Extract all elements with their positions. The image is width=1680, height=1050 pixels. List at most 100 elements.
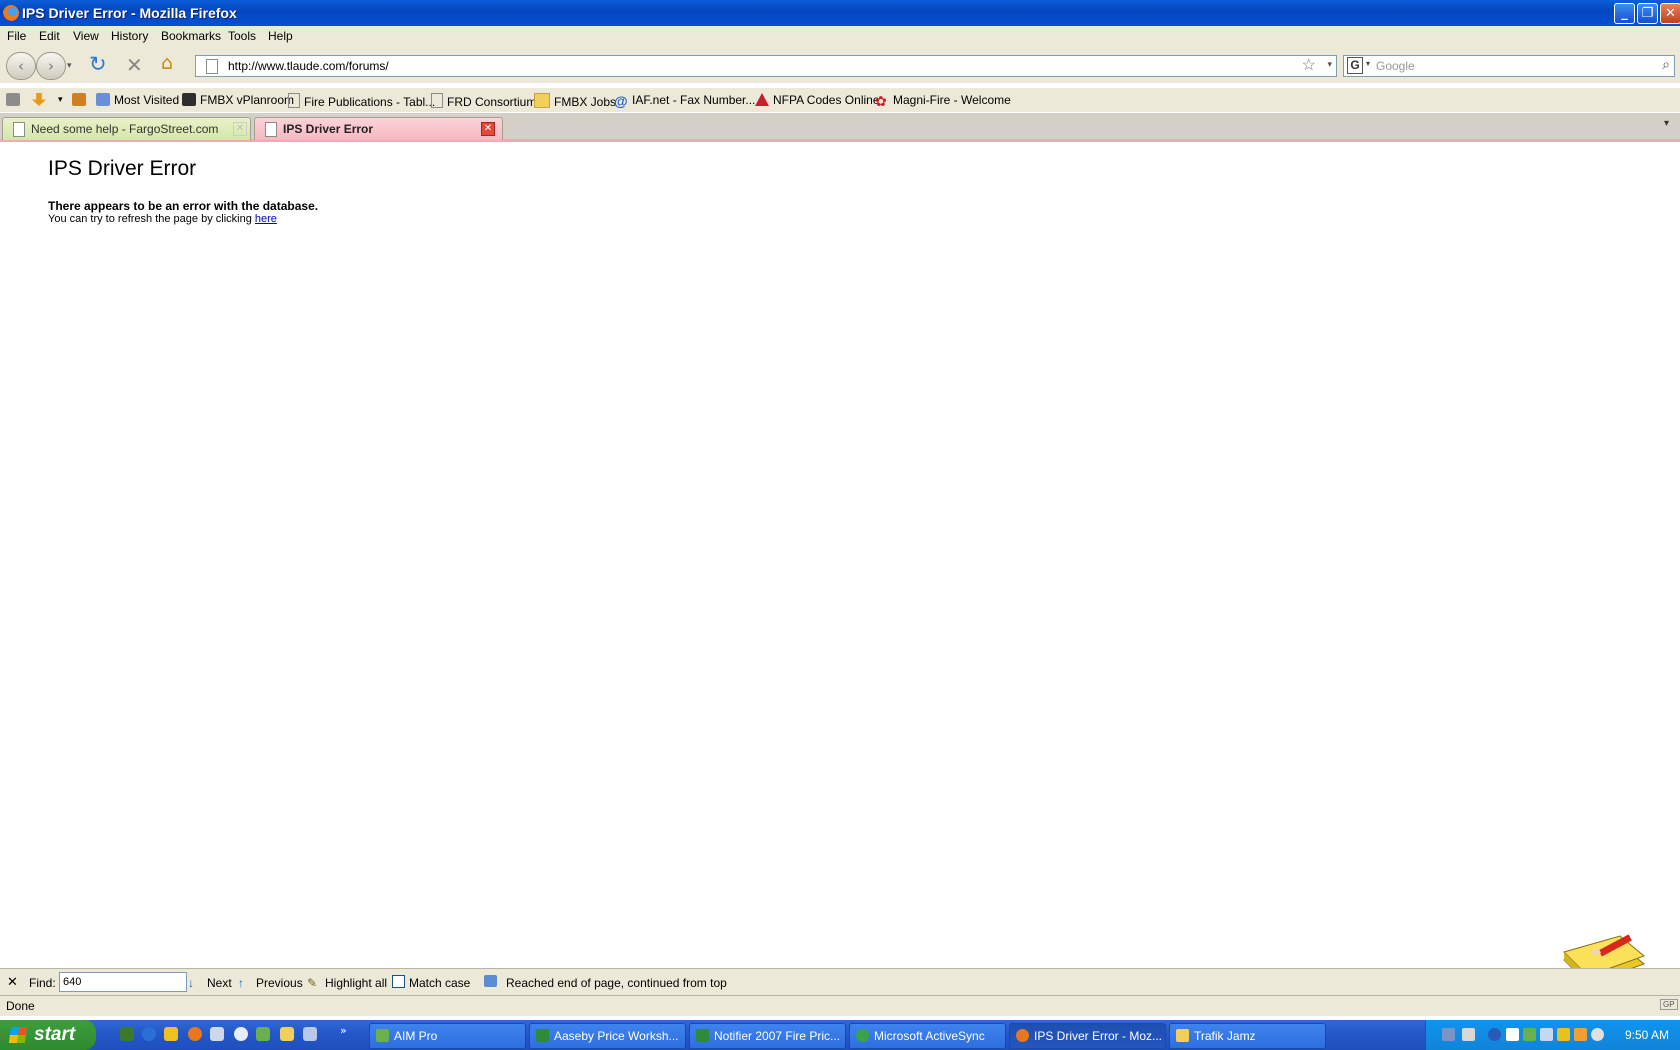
tab-close-icon[interactable]: ✕ [233, 122, 247, 136]
download-icon[interactable] [32, 93, 50, 107]
history-dropdown-icon[interactable]: ▾ [67, 61, 72, 71]
bookmark-nfpa-codes[interactable]: NFPA Codes Online [755, 93, 880, 107]
bookmark-fmbx-vplanroom[interactable]: FMBX vPlanroom [182, 93, 294, 107]
match-case-checkbox[interactable] [392, 975, 405, 988]
print-icon[interactable] [6, 93, 24, 107]
taskbar-item-aim-pro[interactable]: AIM Pro [369, 1023, 526, 1049]
nfpa-flame-icon [755, 93, 769, 106]
page-icon [431, 93, 443, 108]
page-icon [13, 122, 25, 137]
page-icon [288, 93, 300, 108]
aim-icon [376, 1029, 389, 1042]
tray-speaker-icon[interactable] [1591, 1028, 1604, 1041]
tray-aim-icon[interactable] [1523, 1028, 1536, 1041]
find-input[interactable] [59, 972, 187, 992]
google-engine-icon[interactable]: G [1347, 57, 1363, 74]
system-tray: 9:50 AM [1425, 1020, 1680, 1050]
quicklaunch-ie-icon[interactable] [142, 1027, 156, 1041]
tray-tool-icon[interactable] [1442, 1028, 1455, 1041]
download-dropdown-icon[interactable]: ▾ [58, 94, 63, 105]
menu-file[interactable]: File [7, 29, 26, 43]
folder-icon [1176, 1029, 1189, 1042]
url-bar[interactable]: http://www.tlaude.com/forums/ ☆ ▾ [195, 55, 1337, 77]
bookmark-fmbx-jobs[interactable]: FMBX Jobs [534, 93, 616, 109]
status-bar: Done GP [0, 995, 1680, 1016]
close-button[interactable]: ✕ [1660, 3, 1680, 24]
bookmark-most-visited[interactable]: Most Visited [96, 93, 179, 107]
page-icon [206, 59, 218, 74]
engine-dropdown-icon[interactable]: ▾ [1366, 59, 1370, 68]
search-placeholder[interactable]: Google [1376, 59, 1415, 73]
menu-edit[interactable]: Edit [39, 29, 60, 43]
bookmarks-toolbar: ▾ Most Visited FMBX vPlanroom Fire Publi… [0, 88, 1680, 112]
quicklaunch-mail-icon[interactable] [303, 1027, 317, 1041]
taskbar-item-firefox[interactable]: IPS Driver Error - Moz... [1009, 1023, 1166, 1049]
taskbar-item-trafik-jamz[interactable]: Trafik Jamz [1169, 1023, 1326, 1049]
windows-flag-icon [8, 1027, 28, 1043]
url-text[interactable]: http://www.tlaude.com/forums/ [228, 59, 389, 73]
tray-update-icon[interactable] [1574, 1028, 1587, 1041]
quicklaunch-ie-green-icon[interactable] [120, 1027, 134, 1041]
magni-fire-icon: ✿ [875, 93, 887, 109]
taskbar-item-aaseby[interactable]: Aaseby Price Worksh... [529, 1023, 686, 1049]
bookmark-frd-consortium[interactable]: FRD Consortium [431, 93, 536, 109]
firefox-icon [3, 5, 19, 21]
refresh-link[interactable]: here [255, 213, 277, 225]
forward-button[interactable]: › [36, 52, 66, 80]
find-next-arrow-icon[interactable]: ↓ [188, 976, 194, 990]
quicklaunch-media-icon[interactable] [234, 1027, 248, 1041]
tab-ips-driver-error[interactable]: IPS Driver Error ✕ [254, 117, 503, 140]
minimize-button[interactable]: _ [1614, 3, 1635, 24]
taskbar-item-notifier[interactable]: Notifier 2007 Fire Pric... [689, 1023, 846, 1049]
clock[interactable]: 9:50 AM [1625, 1028, 1669, 1042]
bookmark-magni-fire[interactable]: ✿ Magni-Fire - Welcome [875, 93, 1011, 108]
back-button[interactable]: ‹ [6, 52, 36, 80]
quicklaunch-more-icon[interactable]: » [340, 1024, 347, 1037]
most-visited-icon [96, 93, 110, 106]
find-next-button[interactable]: Next [207, 976, 232, 990]
title-bar: IPS Driver Error - Mozilla Firefox _ ❐ ✕ [0, 0, 1680, 26]
bookmark-fire-publications[interactable]: Fire Publications - Tabl... [288, 93, 435, 109]
tab-list-dropdown-icon[interactable]: ▾ [1664, 118, 1669, 129]
bookmark-star-icon[interactable]: ☆ [1302, 55, 1316, 75]
start-button[interactable]: start [0, 1020, 96, 1050]
search-box[interactable]: G ▾ Google ⌕ [1343, 55, 1675, 77]
folder-icon [534, 93, 550, 108]
home-icon[interactable]: ⌂ [161, 52, 173, 74]
tray-chevron-icon[interactable] [1488, 1028, 1501, 1041]
quicklaunch-outlook-icon[interactable] [164, 1027, 178, 1041]
url-dropdown-icon[interactable]: ▾ [1327, 59, 1332, 70]
taskbar-item-activesync[interactable]: Microsoft ActiveSync [849, 1023, 1006, 1049]
tray-network-icon[interactable] [1540, 1028, 1553, 1041]
find-close-icon[interactable]: ✕ [7, 974, 18, 990]
match-case-label[interactable]: Match case [409, 976, 470, 990]
menu-tools[interactable]: Tools [228, 29, 256, 43]
quicklaunch-aim-icon[interactable] [256, 1027, 270, 1041]
menu-bookmarks[interactable]: Bookmarks [161, 29, 221, 43]
tab-close-icon[interactable]: ✕ [481, 122, 495, 136]
search-icon[interactable]: ⌕ [1662, 56, 1670, 73]
menu-help[interactable]: Help [268, 29, 293, 43]
tray-app-icon[interactable] [1557, 1028, 1570, 1041]
find-previous-arrow-icon[interactable]: ↑ [238, 976, 244, 990]
toolbar-tool-icon[interactable] [72, 93, 90, 107]
excel-icon [536, 1029, 549, 1042]
restore-button[interactable]: ❐ [1637, 3, 1658, 24]
quicklaunch-app-icon[interactable] [210, 1027, 224, 1041]
highlight-all-button[interactable]: Highlight all [325, 976, 387, 990]
quicklaunch-firefox-icon[interactable] [188, 1027, 202, 1041]
tab-fargostreet[interactable]: Need some help - FargoStreet.com ✕ [2, 117, 251, 140]
find-previous-button[interactable]: Previous [256, 976, 303, 990]
menu-history[interactable]: History [111, 29, 148, 43]
tray-keyboard-icon[interactable] [1462, 1028, 1475, 1041]
find-label: Find: [29, 976, 56, 990]
menu-bar: File Edit View History Bookmarks Tools H… [0, 26, 1680, 48]
gp-status-icon[interactable]: GP [1660, 999, 1678, 1010]
quicklaunch-folder-icon[interactable] [280, 1027, 294, 1041]
tray-vz-icon[interactable] [1506, 1028, 1519, 1041]
reload-icon[interactable]: ↻ [89, 52, 107, 76]
highlight-marker-icon[interactable]: ✎ [307, 976, 317, 990]
menu-view[interactable]: View [73, 29, 99, 43]
bookmark-iaf-net[interactable]: @ IAF.net - Fax Number... [614, 93, 755, 108]
stop-icon[interactable]: ✕ [126, 53, 143, 77]
